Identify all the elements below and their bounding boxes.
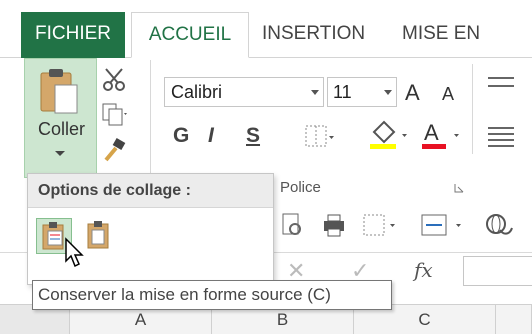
formula-input[interactable] — [463, 256, 532, 286]
mouse-cursor-icon — [65, 237, 84, 268]
chevron-down-icon[interactable] — [311, 90, 319, 95]
column-header-d[interactable] — [496, 304, 532, 334]
align-left-icon[interactable] — [486, 124, 516, 148]
font-size-combobox[interactable]: 11 — [327, 77, 397, 107]
font-size-value: 11 — [333, 82, 352, 102]
paste-button[interactable]: Coller — [24, 58, 97, 178]
borders-dropdown-icon[interactable] — [362, 212, 402, 238]
ribbon-tab-bar: FICHIER ACCUEIL INSERTION MISE EN PAGE — [0, 0, 532, 88]
svg-text:A: A — [424, 120, 439, 145]
paste-options-title: Options de collage : — [28, 174, 273, 208]
clipboard-icon — [40, 69, 78, 114]
fill-color-icon[interactable] — [368, 118, 410, 150]
chevron-down-icon — [55, 151, 65, 156]
cut-icon[interactable] — [100, 66, 128, 92]
tab-file[interactable]: FICHIER — [21, 12, 125, 58]
dialog-launcher-icon[interactable] — [453, 182, 465, 194]
font-color-icon[interactable]: A — [420, 118, 464, 150]
borders-icon[interactable] — [304, 124, 336, 148]
underline-button[interactable]: S — [246, 124, 260, 148]
excel-window: FICHIER ACCUEIL INSERTION MISE EN PAGE C… — [0, 0, 532, 334]
copy-icon[interactable] — [100, 102, 128, 128]
chevron-down-icon[interactable] — [384, 90, 392, 95]
grow-font-button[interactable]: A — [405, 80, 420, 106]
hyperlink-icon[interactable] — [484, 212, 524, 238]
group-separator — [472, 64, 473, 154]
tab-insert[interactable]: INSERTION — [250, 12, 377, 58]
font-name-value: Calibri — [171, 82, 223, 102]
italic-button[interactable]: I — [208, 124, 214, 148]
tooltip: Conserver la mise en forme source (C) — [32, 280, 392, 310]
shrink-font-button[interactable]: A — [442, 84, 454, 105]
paste-label: Coller — [37, 119, 85, 139]
format-painter-icon[interactable] — [100, 138, 128, 164]
merge-cells-icon[interactable] — [420, 212, 468, 238]
paste-button-alt[interactable] — [82, 218, 118, 254]
print-preview-icon[interactable] — [280, 212, 306, 238]
align-top-icon[interactable] — [486, 74, 516, 96]
tab-home[interactable]: ACCUEIL — [131, 12, 249, 58]
tab-page-layout[interactable]: MISE EN PAGE — [390, 12, 532, 88]
font-name-combobox[interactable]: Calibri — [164, 77, 324, 107]
bold-button[interactable]: G — [173, 124, 189, 148]
paste-icon — [87, 221, 109, 249]
font-group-label: Police — [280, 179, 321, 196]
insert-function-button[interactable]: fx — [414, 258, 433, 282]
printer-icon[interactable] — [320, 212, 348, 238]
